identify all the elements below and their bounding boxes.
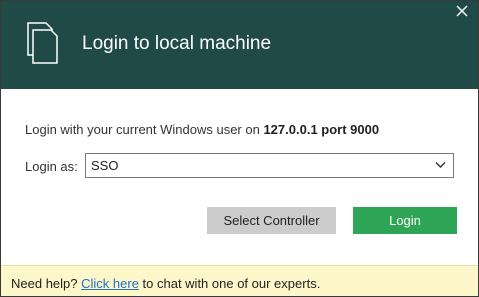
chat-link[interactable]: Click here <box>81 276 139 291</box>
help-text: Need help? Click here to chat with one o… <box>11 276 320 292</box>
connection-info-text: Login with your current Windows user on <box>25 122 264 137</box>
chevron-down-icon <box>435 162 446 168</box>
connection-info: Login with your current Windows user on … <box>25 122 379 138</box>
dialog-header: Login to local machine <box>1 1 478 89</box>
select-controller-button[interactable]: Select Controller <box>207 207 336 234</box>
dialog-title: Login to local machine <box>82 33 272 54</box>
login-button[interactable]: Login <box>353 207 457 234</box>
close-icon[interactable] <box>454 3 470 19</box>
help-suffix: to chat with one of our experts. <box>138 276 321 291</box>
help-footer: Need help? Click here to chat with one o… <box>1 265 478 296</box>
connection-address: 127.0.0.1 port 9000 <box>263 122 380 137</box>
documents-icon <box>27 22 58 64</box>
login-as-selected-value: SSO <box>91 158 119 173</box>
help-prefix: Need help? <box>11 276 82 291</box>
login-as-label: Login as: <box>25 159 78 174</box>
login-as-select[interactable]: SSO <box>85 153 454 178</box>
login-dialog: Login to local machine Login with your c… <box>0 0 479 297</box>
